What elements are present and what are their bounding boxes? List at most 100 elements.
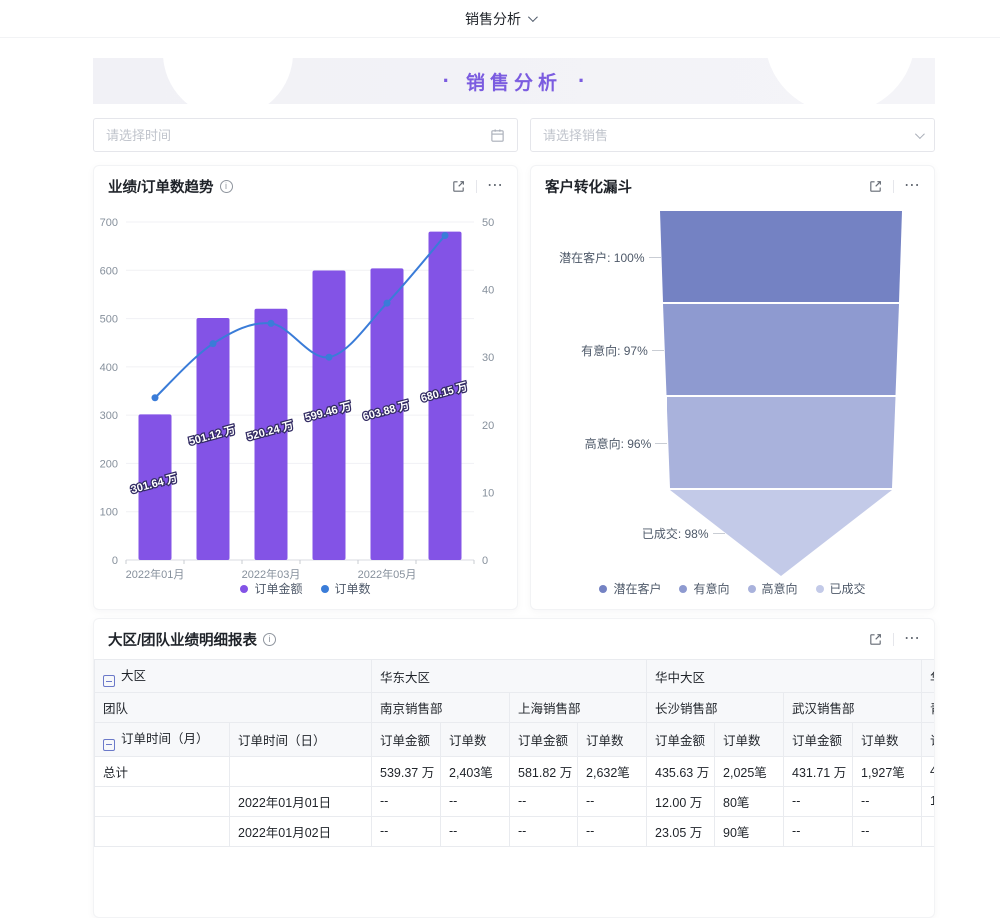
legend-dot xyxy=(679,585,687,593)
banner-decoration xyxy=(163,58,293,104)
value-cell: 11.07 xyxy=(922,786,934,816)
funnel-chart[interactable]: 潜在客户: 100%有意向: 97%高意向: 96%已成交: 98% xyxy=(531,166,934,609)
y-left-tick: 200 xyxy=(100,458,118,470)
y-left-tick: 700 xyxy=(100,217,118,229)
funnel-legend: 潜在客户 有意向 高意向 已成交 xyxy=(531,580,934,597)
funnel-stage[interactable] xyxy=(660,211,902,302)
x-axis-label: 2022年05月 xyxy=(358,567,417,580)
collapse-icon[interactable] xyxy=(103,675,115,687)
value-cell: 435.63 万 xyxy=(647,756,715,786)
sales-filter[interactable] xyxy=(530,118,935,152)
measure-header: 订单金额 xyxy=(510,723,578,756)
value-cell: 581.82 万 xyxy=(510,756,578,786)
funnel-stage-label: 高意向: 96% xyxy=(585,435,652,452)
region-cell: 华北大区 xyxy=(922,660,934,693)
funnel-stage[interactable] xyxy=(663,304,899,395)
divider xyxy=(476,180,477,193)
legend-item[interactable]: 已成交 xyxy=(816,580,866,597)
line-point[interactable] xyxy=(384,300,391,307)
table-card-header: 大区/团队业绩明细报表 ⋯ xyxy=(94,619,934,659)
value-cell: 431.71 万 xyxy=(784,756,853,786)
value-cell: 23.05 万 xyxy=(647,816,715,846)
funnel-stage-label: 已成交: 98% xyxy=(642,525,709,542)
info-icon[interactable] xyxy=(263,633,276,646)
value-cell: 539.37 万 xyxy=(372,756,441,786)
day-cell xyxy=(230,756,372,786)
team-cell: 长沙销售部 xyxy=(647,693,784,723)
y-left-tick: 500 xyxy=(100,314,118,326)
legend-label: 订单金额 xyxy=(254,580,302,597)
banner-dot-right: · xyxy=(578,68,585,94)
legend-item[interactable]: 订单数 xyxy=(321,580,371,597)
more-icon[interactable]: ⋯ xyxy=(904,631,920,647)
measure-header: 订单数 xyxy=(441,723,510,756)
legend-item[interactable]: 高意向 xyxy=(748,580,798,597)
funnel-label-line xyxy=(649,257,661,258)
calendar-icon[interactable] xyxy=(490,128,505,143)
info-icon[interactable] xyxy=(220,180,233,193)
x-axis-label: 2022年03月 xyxy=(242,567,301,580)
value-cell: 1,927笔 xyxy=(853,756,922,786)
legend-item[interactable]: 潜在客户 xyxy=(599,580,661,597)
y-right-tick: 30 xyxy=(482,352,494,364)
line-point[interactable] xyxy=(152,394,159,401)
legend-item[interactable]: 订单金额 xyxy=(240,580,302,597)
report-table-wrap[interactable]: 大区华东大区华中大区华北大区团队南京销售部上海销售部长沙销售部武汉销售部青岛销售… xyxy=(94,659,934,917)
line-point[interactable] xyxy=(268,320,275,327)
value-cell: -- xyxy=(441,786,510,816)
team-cell: 上海销售部 xyxy=(510,693,647,723)
trend-card-header: 业绩/订单数趋势 ⋯ xyxy=(94,166,517,206)
measure-header: 订单金额 xyxy=(922,723,934,756)
y-right-tick: 10 xyxy=(482,487,494,499)
value-cell: -- xyxy=(578,786,647,816)
table-row: 团队南京销售部上海销售部长沙销售部武汉销售部青岛销售部 xyxy=(95,693,935,723)
funnel-card: 客户转化漏斗 ⋯ 潜在客户: 100%有意向: 97%高意向: 96%已成交: … xyxy=(530,165,935,610)
legend-label: 有意向 xyxy=(693,580,729,597)
value-cell xyxy=(922,816,934,846)
measure-header: 订单数 xyxy=(578,723,647,756)
collapse-icon[interactable] xyxy=(103,739,115,751)
table-card-title: 大区/团队业绩明细报表 xyxy=(108,629,257,650)
value-cell: -- xyxy=(510,786,578,816)
line-point[interactable] xyxy=(210,340,217,347)
y-left-tick: 400 xyxy=(100,362,118,374)
y-right-tick: 0 xyxy=(482,555,488,567)
x-axis-label: 2022年01月 xyxy=(126,567,185,580)
time-filter-input[interactable] xyxy=(106,128,490,143)
legend-label: 已成交 xyxy=(830,580,866,597)
legend-dot xyxy=(816,585,824,593)
table-row: 总计539.37 万2,403笔581.82 万2,632笔435.63 万2,… xyxy=(95,756,935,786)
time-filter[interactable] xyxy=(93,118,518,152)
line-point[interactable] xyxy=(442,232,449,239)
more-icon[interactable]: ⋯ xyxy=(487,178,503,194)
team-cell: 青岛销售部 xyxy=(922,693,934,723)
banner: · 销售分析 · xyxy=(93,58,935,104)
chevron-down-icon[interactable] xyxy=(528,12,538,22)
line-point[interactable] xyxy=(326,354,333,361)
export-icon[interactable] xyxy=(451,179,466,194)
value-cell: -- xyxy=(372,786,441,816)
day-cell: 2022年01月01日 xyxy=(230,786,372,816)
y-right-tick: 40 xyxy=(482,285,494,297)
day-cell: 2022年01月02日 xyxy=(230,816,372,846)
sales-filter-input[interactable] xyxy=(543,128,915,143)
y-right-tick: 20 xyxy=(482,420,494,432)
page-selector[interactable]: 销售分析 xyxy=(465,9,521,29)
trend-chart[interactable]: 0100200300400500600700010203040502022年01… xyxy=(94,208,519,580)
report-table-card: 大区/团队业绩明细报表 ⋯ 大区华东大区华中大区华北大区团队南京销售部上海销售部… xyxy=(93,618,935,918)
divider xyxy=(893,633,894,646)
month-cell xyxy=(95,786,230,816)
report-table: 大区华东大区华中大区华北大区团队南京销售部上海销售部长沙销售部武汉销售部青岛销售… xyxy=(94,659,934,847)
legend-item[interactable]: 有意向 xyxy=(679,580,729,597)
chevron-down-icon[interactable] xyxy=(915,129,925,139)
measure-header: 订单数 xyxy=(853,723,922,756)
legend-dot xyxy=(748,585,756,593)
export-icon[interactable] xyxy=(868,632,883,647)
trend-card: 业绩/订单数趋势 ⋯ 01002003004005006007000102030… xyxy=(93,165,518,610)
legend-dot xyxy=(599,585,607,593)
y-right-tick: 50 xyxy=(482,217,494,229)
legend-label: 高意向 xyxy=(762,580,798,597)
funnel-stage[interactable] xyxy=(667,397,896,488)
funnel-label-line xyxy=(713,533,725,534)
value-cell: -- xyxy=(784,816,853,846)
